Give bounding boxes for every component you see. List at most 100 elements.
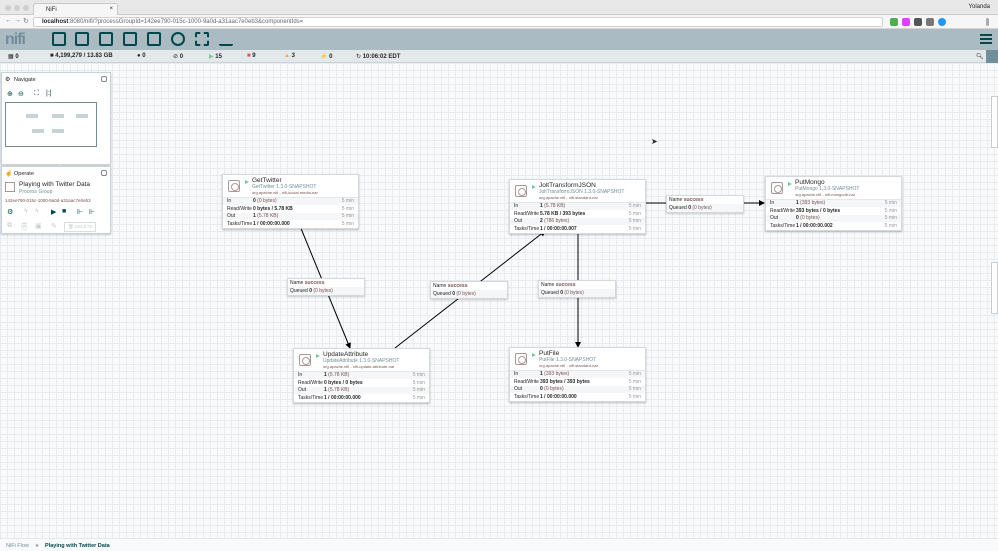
template-toolbar-icon[interactable] <box>195 32 209 46</box>
stat-label: Read/Write <box>770 207 795 214</box>
conn-queued-label: Queued <box>541 290 559 296</box>
offscreen-processor[interactable] <box>991 96 998 148</box>
collapse-icon[interactable] <box>101 76 107 82</box>
profile-user[interactable]: Yolanda <box>969 4 990 10</box>
connection-label[interactable]: Name success Queued 0 (0 bytes) <box>430 281 508 299</box>
conn-name-label: Name <box>541 282 555 288</box>
zoom-out-icon[interactable]: ⊖ <box>18 90 24 98</box>
browser-tab[interactable]: NiFi × <box>33 3 118 15</box>
process-group-toolbar-icon[interactable] <box>123 32 137 46</box>
stat-window: 5 min <box>628 386 641 392</box>
stat-label: In <box>770 200 775 206</box>
window-minimize-button[interactable] <box>14 5 20 11</box>
stat-row: Read/Write 0 bytes / 0 bytes 5 min <box>294 379 429 387</box>
window-maximize-button[interactable] <box>23 5 29 11</box>
extension-icon[interactable] <box>926 18 934 26</box>
stat-value: 393 bytes / 393 bytes <box>540 378 590 385</box>
configure-button[interactable]: ⚙ <box>7 208 13 216</box>
global-menu-button[interactable] <box>980 34 992 46</box>
group-button[interactable]: ▣ <box>35 222 42 230</box>
stat-row: In 1 (393 bytes) 5 min <box>766 200 901 208</box>
conn-name-label: Name <box>433 283 447 289</box>
processor[interactable]: PutFile PutFile 1.3.0-SNAPSHOT org.apache.… <box>509 347 646 402</box>
extension-icon[interactable] <box>890 18 898 26</box>
start-button[interactable]: ▶ <box>51 208 56 216</box>
url-input[interactable]: localhost:8080/nifi/?processGroupId=142e… <box>33 17 883 27</box>
processor-name: PutFile <box>539 350 560 357</box>
birdseye-view[interactable] <box>5 102 97 147</box>
enable-button[interactable]: ϟ <box>24 208 28 215</box>
forward-icon[interactable]: → <box>14 17 21 24</box>
stat-value: 0 bytes / 5.78 KB <box>253 205 293 212</box>
paste-button[interactable]: 📋︎ <box>20 222 29 230</box>
label-toolbar-icon[interactable] <box>219 32 233 46</box>
stat-value: 1 / 00:00:00.002 <box>796 222 833 229</box>
zoom-in-icon[interactable]: ⊕ <box>7 90 13 98</box>
processor-name: JoltTransformJSON <box>539 182 596 189</box>
stat-label: Out <box>227 213 236 219</box>
extension-icon[interactable] <box>938 18 946 26</box>
processor-toolbar-icon[interactable] <box>52 32 66 46</box>
running-icon <box>532 353 536 357</box>
processor[interactable]: JoltTransformJSON JoltTransformJSON 1.3.0… <box>509 179 646 234</box>
breadcrumb-root[interactable]: NiFi Flow <box>6 543 29 549</box>
stop-button[interactable]: ■ <box>62 208 66 215</box>
not-transmitting-count: ⊘ 0 <box>173 54 184 60</box>
processor[interactable]: GetTwitter GetTwitter 1.3.0-SNAPSHOT org.a… <box>222 174 359 229</box>
stat-value: 1 (5.78 KB) <box>324 387 350 393</box>
breadcrumb-current[interactable]: Playing with Twitter Data <box>45 543 110 549</box>
browser-menu-icon[interactable] <box>986 18 989 26</box>
delete-button[interactable]: 🗑︎ DELETE <box>64 222 97 232</box>
connection-label[interactable]: Name success Queued 0 (0 bytes) <box>666 195 744 213</box>
input-port-toolbar-icon[interactable] <box>75 32 89 46</box>
selection-type: Process Group <box>19 189 53 195</box>
color-button[interactable]: ✎ <box>51 222 57 230</box>
processor-name: UpdateAttribute <box>323 351 369 358</box>
stat-row: In 0 (0 bytes) 5 min <box>223 198 358 206</box>
fit-icon[interactable]: ⛶ <box>34 90 39 98</box>
stat-label: Read/Write <box>298 379 323 386</box>
connection-label[interactable]: Name success Queued 0 (0 bytes) <box>287 278 365 296</box>
bulletin-board-button[interactable] <box>986 50 998 63</box>
stat-row: Out 1 (5.78 KB) 5 min <box>223 213 358 221</box>
connection-name: success <box>555 282 576 288</box>
connection-label[interactable]: Name success Queued 0 (0 bytes) <box>538 280 616 298</box>
collapse-icon[interactable] <box>101 170 107 176</box>
close-tab-icon[interactable]: × <box>109 6 113 12</box>
navigate-panel: ⚙ Navigate ⊕ ⊖ ⛶ |:| <box>1 72 111 165</box>
disable-button[interactable]: ϟ <box>35 208 39 215</box>
processor[interactable]: UpdateAttribute UpdateAttribute 1.3.0-SNA… <box>293 348 430 403</box>
stat-value: 1 / 00:00:00.000 <box>253 220 290 227</box>
stat-row: In 1 (393 bytes) 5 min <box>510 371 645 379</box>
copy-button[interactable]: ⧉ <box>7 222 12 230</box>
create-template-button[interactable]: ⊩ <box>77 208 83 216</box>
queued-count: 0 <box>309 288 312 294</box>
transmitting-count: ● 0 <box>137 53 146 59</box>
search-icon[interactable]: 🔍︎ <box>976 53 984 60</box>
flow-canvas[interactable] <box>0 63 998 538</box>
remote-process-group-toolbar-icon[interactable] <box>147 32 161 46</box>
connections-layer <box>299 200 765 349</box>
stat-window: 5 min <box>628 218 641 224</box>
back-icon[interactable]: ← <box>5 17 12 24</box>
output-port-toolbar-icon[interactable] <box>99 32 113 46</box>
actual-size-icon[interactable]: |:| <box>46 90 52 97</box>
conn-queued-label: Queued <box>669 205 687 211</box>
conn-name-label: Name <box>669 197 683 203</box>
processor-bundle: org.apache.nifi - nifi-standard-nar <box>539 363 598 368</box>
upload-template-button[interactable]: ⊩ <box>89 208 95 216</box>
stat-window: 5 min <box>341 205 354 212</box>
stat-window: 5 min <box>884 200 897 206</box>
extension-icon[interactable] <box>914 18 922 26</box>
extension-icon[interactable] <box>902 18 910 26</box>
selection-id: 142ee790-015c-1000-9a0d-a31aac7e0eb3 <box>5 198 91 203</box>
navigate-title: Navigate <box>14 77 36 83</box>
reload-icon[interactable]: ↻ <box>23 17 29 25</box>
offscreen-processor[interactable] <box>991 262 998 314</box>
window-close-button[interactable] <box>5 5 11 11</box>
funnel-toolbar-icon[interactable] <box>171 32 185 46</box>
processor[interactable]: PutMongo PutMongo 1.3.0-SNAPSHOT org.apach… <box>765 176 902 231</box>
active-threads: ▦ 0 <box>8 54 19 60</box>
stat-value: 0 (0 bytes) <box>540 386 564 392</box>
stat-row: Tasks/Time 1 / 00:00:00.000 5 min <box>294 394 429 402</box>
